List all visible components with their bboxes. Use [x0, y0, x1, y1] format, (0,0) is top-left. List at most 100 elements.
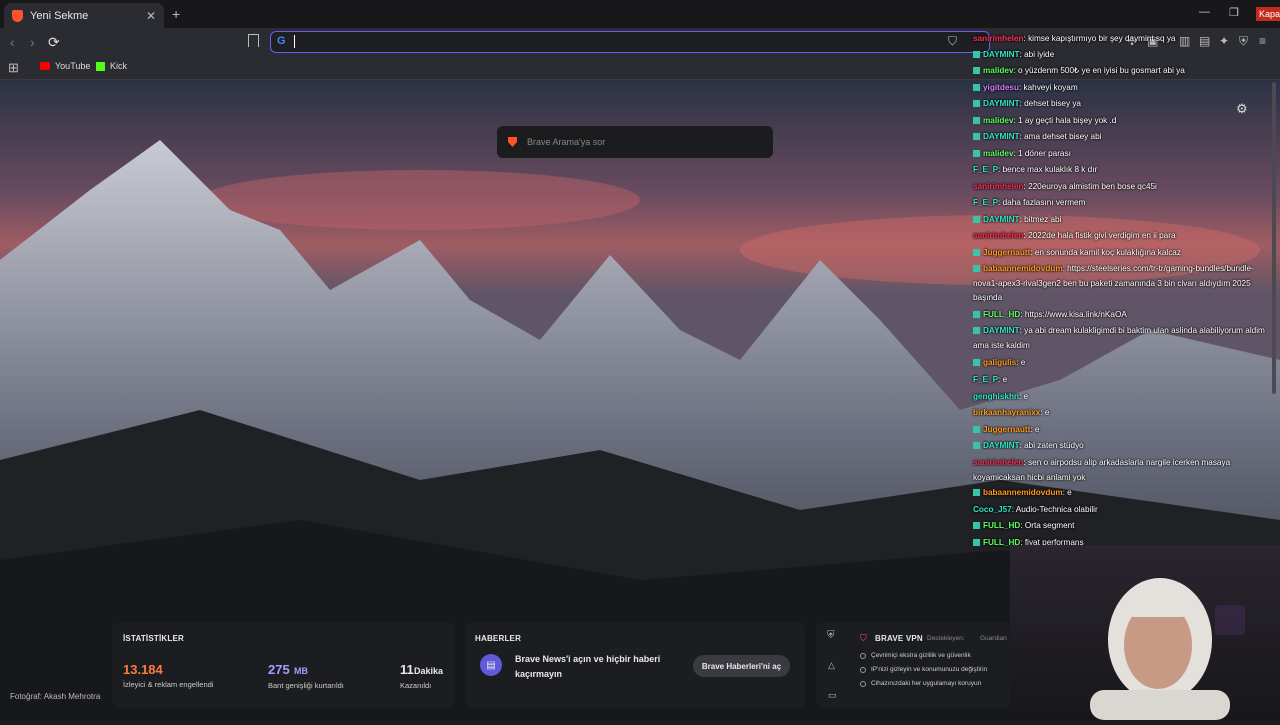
news-icon: ▤	[480, 654, 502, 676]
chat-username: FULL_HD	[983, 521, 1021, 530]
stat-bandwidth-label: Bant genişliği kurtarıldı	[268, 681, 344, 690]
chat-message: FULL_HD: Orta segment	[973, 519, 1268, 534]
chat-badge-icon	[973, 426, 980, 434]
scrollbar[interactable]	[1272, 82, 1276, 394]
chat-text: : abi iyide	[1019, 50, 1055, 59]
brave-shields-icon[interactable]: ⛉	[948, 34, 957, 49]
chat-message: sanirimhelen: sen o airpodsu alip arkada…	[973, 456, 1268, 485]
tab-title: Yeni Sekme	[30, 9, 89, 22]
chat-text: : Orta segment	[1020, 521, 1075, 530]
vpn-feature-text: Cihazınızdaki her uygulamayı koruyun	[871, 680, 982, 687]
stat-time-unit: Dakika	[414, 666, 444, 676]
chat-text: : o yüzdenm 500₺ ye en iyisi bu gosmart …	[1013, 66, 1185, 75]
chat-username: DAYMINT	[983, 99, 1020, 108]
vpn-logo-icon: ⛉	[860, 633, 867, 643]
stats-title: İSTATİSTİKLER	[123, 634, 184, 643]
chat-message: F_E_P: bence max kulaklık 8 k dır	[973, 163, 1268, 178]
chat-text: : e	[1040, 408, 1050, 417]
chat-username: galigulis	[983, 358, 1017, 367]
chat-message: F_E_P: e	[973, 373, 1268, 388]
chat-username: DAYMINT	[983, 50, 1020, 59]
chat-text: : kimse kapıştırmıyo bir şey daymint sq …	[1023, 34, 1176, 43]
chat-message: babaannemidovdum: e	[973, 486, 1268, 501]
brave-search-box[interactable]: Brave Arama'ya sor	[497, 126, 773, 158]
news-headline: Brave News'i açın ve hiçbir haberi kaçır…	[515, 654, 661, 679]
tab-new-tab[interactable]: Yeni Sekme ✕	[4, 3, 164, 28]
chat-badge-icon	[973, 133, 980, 141]
bookmark-label: Kick	[110, 61, 128, 71]
chat-message: sanirimhelen: 220euroya almistim ben bos…	[973, 180, 1268, 195]
chat-badge-icon	[973, 489, 980, 497]
chat-text: : ama dehset bisey abi	[1019, 132, 1102, 141]
chat-username: Coco_J57	[973, 505, 1012, 514]
chat-message: malidev: 1 döner parası	[973, 147, 1268, 162]
chat-message: malidev: o yüzdenm 500₺ ye en iyisi bu g…	[973, 64, 1268, 79]
minimize-button[interactable]: —	[1199, 6, 1210, 18]
maximize-button[interactable]: ❐	[1229, 6, 1239, 19]
forward-button[interactable]: ›	[30, 34, 35, 50]
chat-text: : e	[1018, 392, 1029, 401]
chat-text: : https://www.kisa.link/nKaOA	[1020, 310, 1127, 319]
chat-message: Juggernautt: e	[973, 423, 1268, 438]
chat-text: : e	[1016, 358, 1026, 367]
chat-message: DAYMINT: abi iyide	[973, 48, 1268, 63]
bookmark-youtube[interactable]: YouTube	[40, 61, 90, 71]
bookmark-kick[interactable]: Kick	[96, 61, 127, 71]
chat-badge-icon	[973, 51, 980, 59]
kick-icon	[96, 61, 105, 71]
address-bar[interactable]	[270, 31, 990, 53]
chat-message: sanirimhelen: 2022de hala fistik givi ve…	[973, 229, 1268, 244]
chat-badge-icon	[973, 100, 980, 108]
chat-message: DAYMINT: abi zaten stüdyo	[973, 439, 1268, 454]
chat-username: DAYMINT	[983, 441, 1020, 450]
chat-message: DAYMINT: dehset bisey ya	[973, 97, 1268, 112]
chat-message: genghiskhn: e	[973, 390, 1268, 405]
chat-badge-icon	[973, 216, 980, 224]
chat-username: FULL_HD	[983, 310, 1021, 319]
chat-text: : abi zaten stüdyo	[1019, 441, 1084, 450]
webcam-overlay	[1010, 545, 1280, 720]
chat-text: : 1 döner parası	[1013, 149, 1071, 158]
vpn-title: BRAVE VPN	[875, 634, 923, 643]
stat-time-value: 11	[400, 662, 414, 677]
chat-badge-icon	[973, 522, 980, 530]
chat-text: : kahveyi koyam	[1018, 83, 1078, 92]
chat-message: F_E_P: daha fazlasını vermem	[973, 196, 1268, 211]
chat-username: malidev	[983, 149, 1014, 158]
vpn-screen-icon[interactable]: ▭	[828, 690, 837, 701]
bookmark-icon[interactable]	[248, 34, 259, 47]
check-icon	[860, 680, 866, 687]
chat-username: sanirimhelen	[973, 231, 1024, 240]
reload-button[interactable]: ⟳	[48, 34, 60, 51]
chat-username: sanirimhelen	[973, 458, 1024, 467]
back-button[interactable]: ‹	[10, 34, 15, 50]
youtube-icon	[40, 62, 50, 70]
news-title: HABERLER	[475, 634, 522, 643]
check-icon	[860, 652, 866, 659]
chat-badge-icon	[973, 249, 980, 257]
chat-username: Juggernautt	[983, 425, 1031, 434]
chat-message: galigulis: e	[973, 356, 1268, 371]
chat-message: DAYMINT: ama dehset bisey abi	[973, 130, 1268, 145]
chat-message: malidev: 1 ay geçti hala bişey yok .d	[973, 114, 1268, 129]
vpn-shield-icon[interactable]: ⛨	[827, 630, 835, 641]
open-news-button[interactable]: Brave Haberleri'ni aç	[693, 655, 790, 677]
chat-username: malidev	[983, 116, 1014, 125]
tab-close-icon[interactable]: ✕	[146, 9, 156, 23]
vpn-partner: Guardian	[980, 635, 1007, 642]
close-window-button[interactable]: Kapat	[1256, 7, 1280, 21]
chat-text: : 220euroya almistim ben bose qc45i	[1023, 182, 1157, 191]
chat-message: DAYMINT: ya abi dream kulakligimdi bi ba…	[973, 324, 1268, 353]
chat-text: : e	[998, 375, 1008, 384]
check-icon	[860, 666, 866, 673]
chat-text: : bence max kulaklık 8 k dır	[998, 165, 1098, 174]
chat-text: : daha fazlasını vermem	[998, 198, 1086, 207]
chat-text: : en sonunda kamil koç kulaklığına kalca…	[1030, 248, 1181, 257]
chat-badge-icon	[973, 442, 980, 450]
chat-message: Coco_J57: Audio-Technica olabilir	[973, 503, 1268, 518]
chat-message: birkaanhayranixx: e	[973, 406, 1268, 421]
vpn-warning-icon[interactable]: △	[828, 660, 835, 671]
chat-username: sanirimhelen	[973, 34, 1024, 43]
new-tab-button[interactable]: +	[172, 6, 180, 22]
apps-grid-icon[interactable]: ⊞	[8, 60, 19, 76]
